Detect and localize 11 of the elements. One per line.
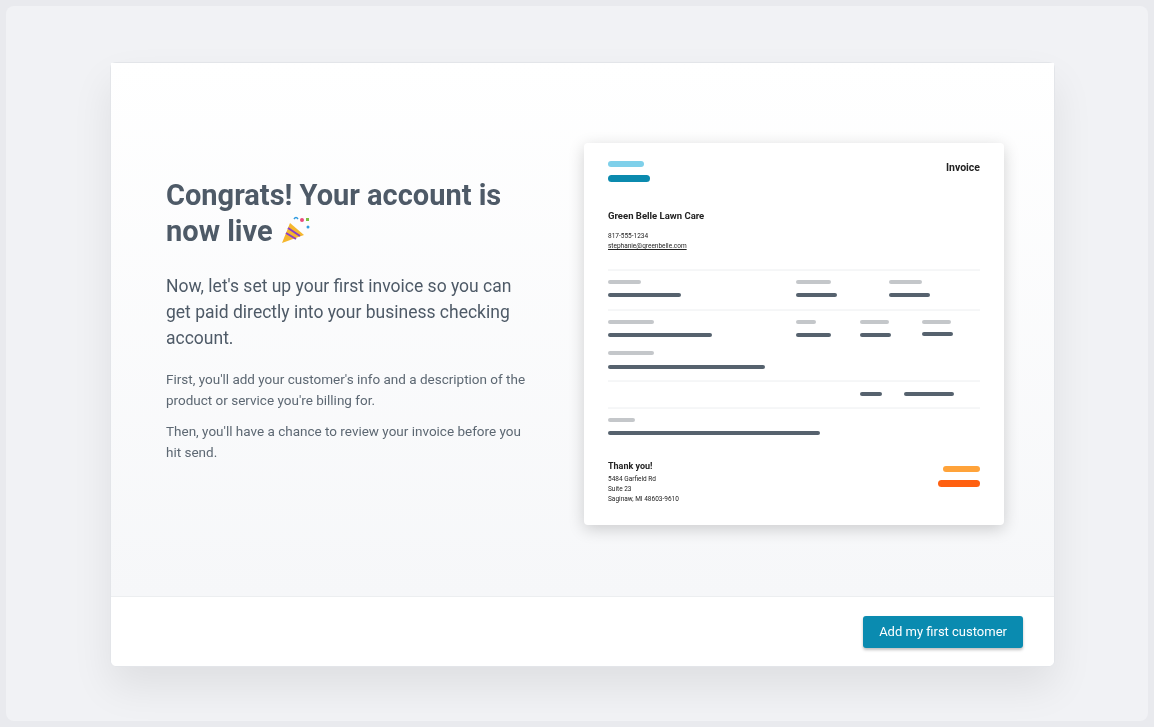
business-name: Green Belle Lawn Care <box>608 209 706 223</box>
invoice-title: Invoice <box>945 160 980 176</box>
add-customer-button[interactable]: Add my first customer <box>863 615 1023 648</box>
logo-placeholder-drawing <box>608 161 650 183</box>
signature-placeholder-drawing <box>938 465 980 487</box>
heading: Congrats! Your account is now live <box>166 177 503 249</box>
closing-text: Thank you! <box>608 459 654 473</box>
instruction-text: Then, you'll have a chance to review your invoice before you hit send. <box>166 422 522 462</box>
party-popper-icon <box>279 215 312 245</box>
instruction-text: First, you'll add your customer's info and a description of the product or service you're billing for. <box>166 370 526 410</box>
intro-lead-text: Now, let's set up your first invoice so you can get paid directly into your business checking account. <box>166 275 513 350</box>
